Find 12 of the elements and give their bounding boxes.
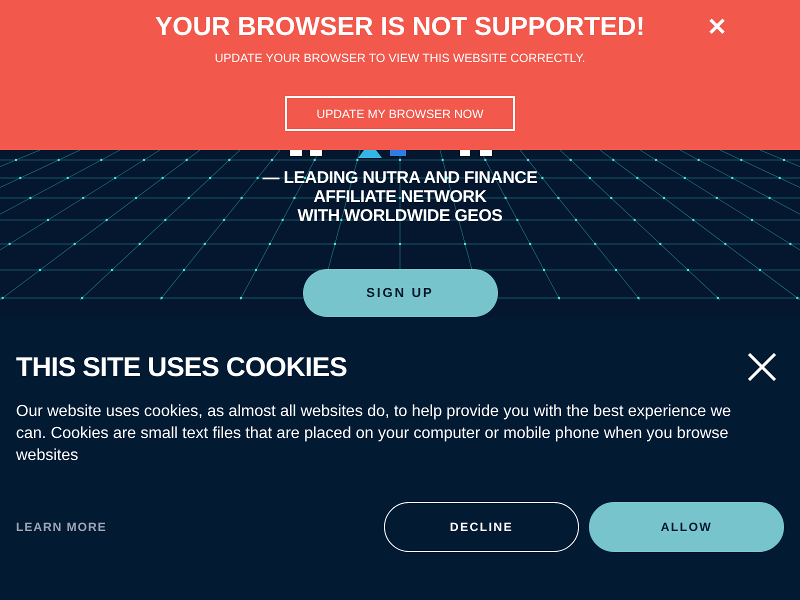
- decline-button[interactable]: DECLINE: [384, 502, 579, 552]
- cookie-text: Our website uses cookies, as almost all websites do, to help provide you with the best experience we can. Cookies are small text files that are placed on your computer or mobile phone when you browse websites: [16, 402, 732, 466]
- banner-message: UPDATE YOUR BROWSER TO VIEW THIS WEBSITE CORRECTLY.: [214, 50, 586, 67]
- tagline-line: WITH WORLDWIDE GEOS: [298, 206, 502, 225]
- allow-button[interactable]: ALLOW: [589, 502, 784, 552]
- cookie-title: THIS SITE USES COOKIES: [16, 351, 348, 383]
- learn-more-link[interactable]: LEARN MORE: [16, 518, 107, 536]
- sign-up-button[interactable]: SIGN UP: [302, 269, 498, 317]
- close-icon[interactable]: [748, 353, 776, 381]
- banner-title: YOUR BROWSER IS NOT SUPPORTED!: [155, 10, 645, 43]
- tagline-line: AFFILIATE NETWORK: [313, 187, 487, 206]
- tagline-line: — LEADING NUTRA AND FINANCE: [262, 168, 538, 187]
